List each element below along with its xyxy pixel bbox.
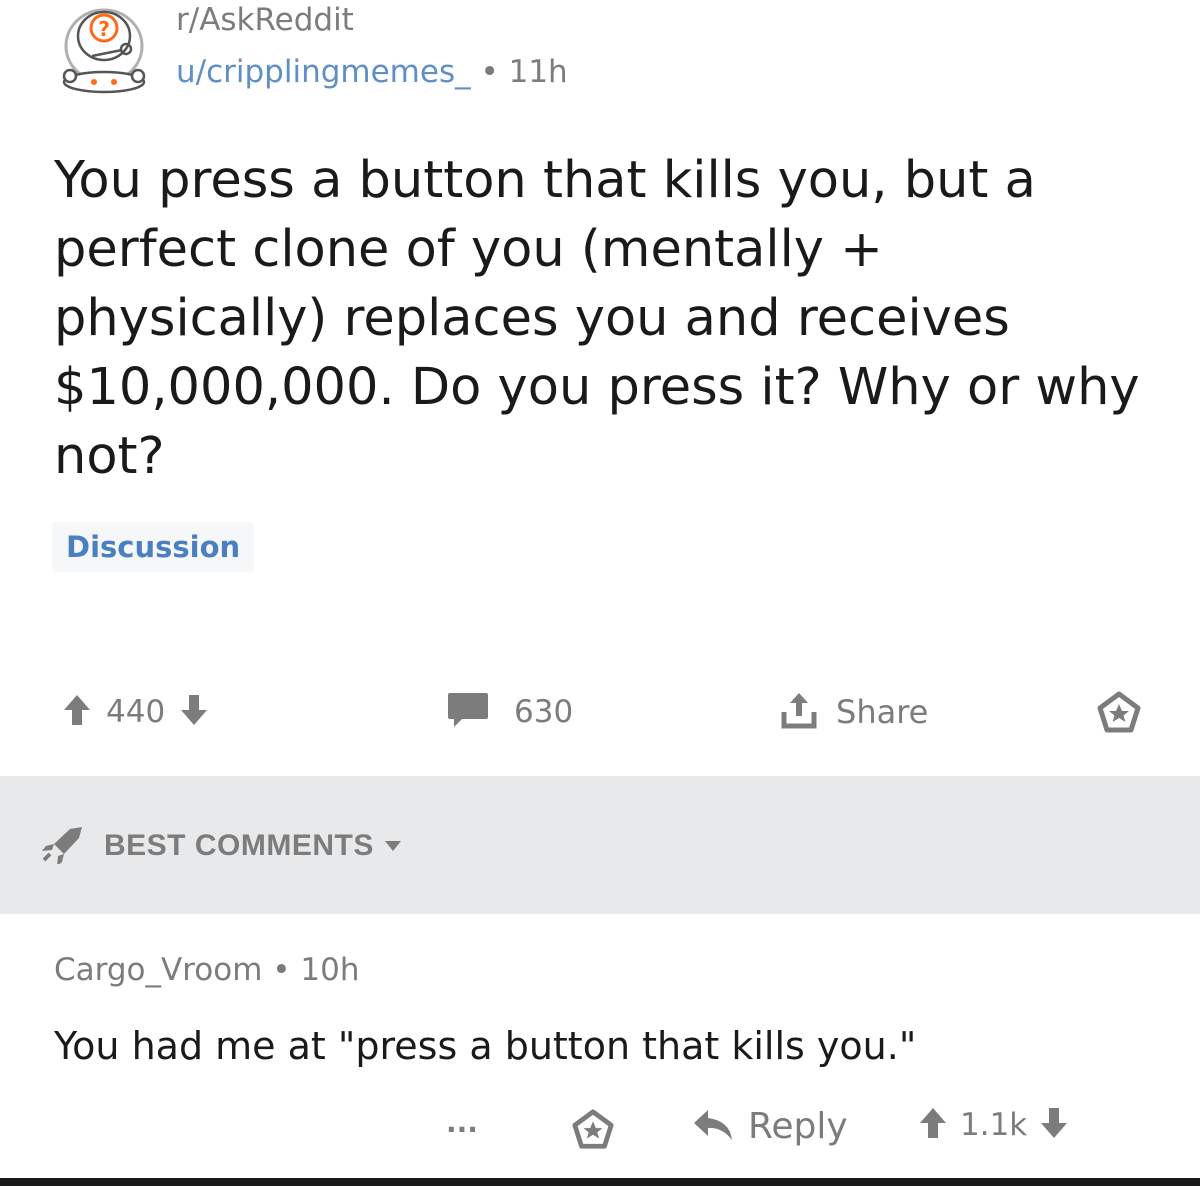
comment-bubble-icon [446, 690, 490, 734]
reply-button[interactable]: Reply [692, 1106, 848, 1147]
svg-text:?: ? [98, 17, 110, 41]
post-header: ? r/AskReddit u/cripplingmemes_ • 11h [52, 0, 752, 100]
share-button[interactable]: Share [780, 688, 928, 736]
meta-separator: • [272, 952, 291, 988]
more-options-button[interactable]: ... [446, 1106, 478, 1139]
snoo-question-avatar-icon: ? [62, 8, 146, 94]
comment-action-bar: ... Reply 1.1k [0, 1100, 1200, 1156]
reply-arrow-icon [692, 1107, 734, 1147]
comment-body: You had me at "press a button that kills… [54, 1024, 917, 1068]
post-comments-button[interactable]: 630 [446, 688, 573, 736]
save-star-icon[interactable] [1096, 690, 1142, 740]
upvote-arrow-icon[interactable] [918, 1106, 948, 1144]
post-flair[interactable]: Discussion [52, 522, 255, 572]
comment-age: 10h [300, 952, 360, 988]
meta-separator: • [480, 54, 499, 90]
rocket-icon [40, 824, 86, 868]
post-age: 11h [508, 54, 568, 90]
subreddit-name[interactable]: r/AskReddit [176, 2, 354, 38]
post-score: 440 [106, 694, 166, 730]
subreddit-avatar[interactable]: ? [52, 6, 156, 96]
caret-down-icon [384, 837, 402, 856]
post-title[interactable]: You press a button that kills you, but a… [54, 146, 1164, 491]
post-vote-group: 440 [62, 688, 209, 736]
post-meta: u/cripplingmemes_ • 11h [176, 54, 568, 90]
comment-score: 1.1k [960, 1107, 1028, 1143]
bottom-border [0, 1178, 1200, 1186]
share-icon [780, 690, 818, 734]
comment-sort-dropdown[interactable]: BEST COMMENTS [40, 824, 402, 868]
comment-vote-group: 1.1k [918, 1106, 1069, 1144]
save-star-icon[interactable] [570, 1108, 616, 1156]
post-author[interactable]: u/cripplingmemes_ [176, 54, 471, 90]
post-action-bar: 440 630 Share [0, 680, 1200, 744]
downvote-arrow-icon[interactable] [1039, 1106, 1069, 1144]
upvote-arrow-icon[interactable] [62, 693, 92, 731]
share-label: Share [836, 693, 929, 731]
comments-sort-bar: BEST COMMENTS [0, 776, 1200, 914]
comment-meta: Cargo_Vroom • 10h [54, 952, 360, 988]
post-comment-count: 630 [514, 694, 574, 730]
comment-author[interactable]: Cargo_Vroom [54, 952, 262, 988]
downvote-arrow-icon[interactable] [179, 693, 209, 731]
comment-sort-label: BEST COMMENTS [104, 829, 374, 862]
reply-label: Reply [748, 1106, 848, 1147]
